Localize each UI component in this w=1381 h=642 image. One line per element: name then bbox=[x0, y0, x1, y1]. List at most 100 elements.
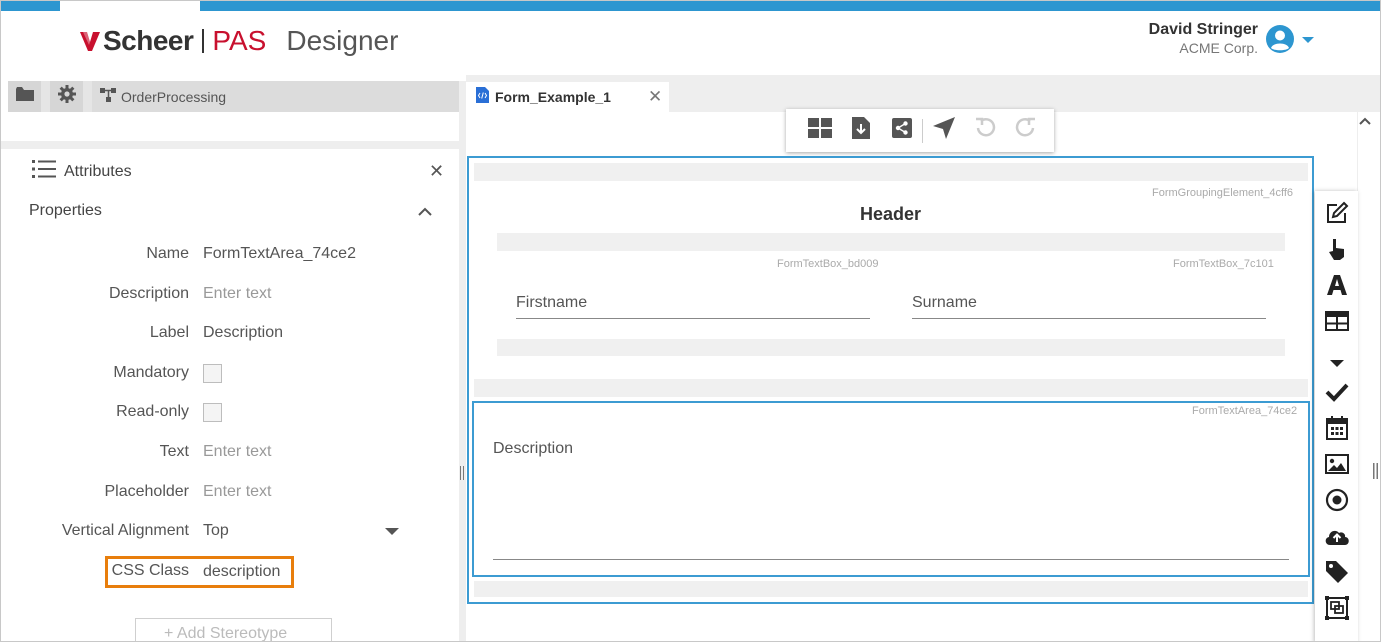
attributes-title: Attributes bbox=[64, 162, 132, 180]
tab-form-example[interactable]: Form_Example_1 ✕ bbox=[466, 82, 669, 112]
close-attributes-icon[interactable]: ✕ bbox=[429, 162, 444, 180]
surname-field[interactable]: Surname bbox=[912, 294, 977, 312]
download-icon bbox=[851, 117, 870, 144]
css-class-field[interactable]: description bbox=[203, 563, 280, 581]
mandatory-checkbox[interactable] bbox=[203, 364, 222, 383]
radio-icon bbox=[1325, 488, 1349, 517]
mandatory-label: Mandatory bbox=[113, 364, 189, 381]
download-button[interactable] bbox=[840, 116, 881, 146]
edit-icon bbox=[1325, 201, 1349, 230]
form-textarea-element[interactable] bbox=[472, 401, 1310, 577]
tag-icon bbox=[1325, 560, 1349, 589]
gear-icon bbox=[57, 85, 76, 108]
form-file-icon bbox=[476, 86, 489, 108]
textarea-label[interactable]: Description bbox=[493, 440, 573, 458]
splitter-grip bbox=[460, 466, 461, 480]
label-label: Label bbox=[149, 324, 189, 341]
breadcrumb[interactable]: OrderProcessing bbox=[92, 81, 459, 112]
app-window: Scheer PAS Designer David Stringer ACME … bbox=[0, 0, 1381, 642]
palette-date[interactable] bbox=[1323, 416, 1350, 445]
top-accent-bar bbox=[1, 1, 1380, 11]
logo-scheer-text: Scheer bbox=[103, 25, 194, 56]
user-name: David Stringer bbox=[1148, 21, 1258, 38]
textarea-element-id: FormTextArea_74ce2 bbox=[1192, 405, 1298, 417]
palette-edit[interactable] bbox=[1323, 201, 1350, 230]
left-splitter[interactable] bbox=[459, 81, 466, 641]
group-icon bbox=[1324, 596, 1349, 625]
textbox-bd009-id: FormTextBox_bd009 bbox=[777, 258, 879, 270]
form-header[interactable]: Header bbox=[467, 204, 1314, 225]
chevron-down-icon[interactable] bbox=[385, 528, 399, 535]
splitter-grip bbox=[463, 466, 464, 480]
upload-icon bbox=[1324, 526, 1350, 551]
css-class-label: CSS Class bbox=[111, 562, 189, 579]
folder-icon bbox=[15, 86, 34, 107]
settings-button[interactable] bbox=[50, 81, 83, 112]
logo-separator bbox=[202, 29, 205, 53]
firstname-field[interactable]: Firstname bbox=[516, 294, 587, 312]
logo-pas-text: PAS bbox=[212, 25, 267, 56]
palette-group[interactable] bbox=[1323, 596, 1350, 625]
placeholder-field[interactable]: Enter text bbox=[203, 483, 271, 501]
palette-checkbox[interactable] bbox=[1323, 381, 1350, 408]
add-stereotype-button[interactable]: + Add Stereotype bbox=[135, 618, 332, 641]
left-toolbar: OrderProcessing bbox=[8, 81, 459, 112]
chevron-up-icon[interactable] bbox=[418, 203, 432, 221]
description-field[interactable]: Enter text bbox=[203, 285, 271, 303]
layout-button[interactable] bbox=[799, 116, 840, 146]
surname-underline bbox=[912, 318, 1266, 319]
navigate-button[interactable] bbox=[923, 116, 964, 146]
palette-upload[interactable] bbox=[1323, 525, 1350, 552]
tab-title: Form_Example_1 bbox=[495, 89, 611, 105]
pointer-icon bbox=[1327, 237, 1347, 266]
text-field[interactable]: Enter text bbox=[203, 443, 271, 461]
palette-tag[interactable] bbox=[1323, 561, 1350, 588]
top-accent-gap bbox=[60, 1, 200, 11]
calendar-icon bbox=[1325, 416, 1348, 445]
undo-button[interactable] bbox=[964, 116, 1005, 146]
name-label: Name bbox=[146, 245, 189, 262]
row-top-bar bbox=[497, 233, 1285, 251]
left-panel-gap bbox=[1, 141, 466, 149]
list-icon bbox=[32, 159, 56, 184]
user-avatar-icon[interactable] bbox=[1265, 24, 1295, 54]
vertical-alignment-label: Vertical Alignment bbox=[61, 522, 189, 539]
firstname-underline bbox=[516, 318, 870, 319]
palette-pointer[interactable] bbox=[1323, 238, 1350, 265]
left-panel-strip bbox=[8, 112, 459, 141]
grouping-element-id: FormGroupingElement_4cff6 bbox=[1152, 187, 1294, 199]
right-splitter-grip[interactable] bbox=[1373, 463, 1379, 484]
scroll-up-icon[interactable] bbox=[1359, 113, 1371, 131]
canvas-toolbar bbox=[786, 109, 1054, 152]
name-field[interactable]: FormTextArea_74ce2 bbox=[203, 245, 356, 263]
vertical-alignment-select[interactable]: Top bbox=[203, 522, 229, 540]
readonly-label: Read-only bbox=[116, 403, 189, 420]
palette-radio[interactable] bbox=[1323, 488, 1350, 517]
attributes-panel: Attributes ✕ Properties Name FormTextAre… bbox=[8, 149, 459, 641]
share-icon bbox=[891, 118, 912, 143]
palette-text[interactable] bbox=[1323, 274, 1350, 301]
text-label: Text bbox=[159, 443, 189, 460]
app-logo[interactable]: Scheer PAS Designer bbox=[79, 25, 398, 57]
textbox-7c101-id: FormTextBox_7c101 bbox=[1173, 258, 1274, 270]
grouping-top-bar bbox=[474, 163, 1308, 181]
share-button[interactable] bbox=[881, 116, 922, 146]
dropdown-icon bbox=[1329, 355, 1345, 373]
vertical-scrollbar[interactable] bbox=[1358, 112, 1380, 641]
scheer-logo-icon bbox=[79, 30, 101, 52]
palette-dropdown[interactable] bbox=[1323, 350, 1350, 377]
row-bottom-bar bbox=[497, 339, 1285, 356]
palette-image[interactable] bbox=[1323, 453, 1350, 480]
user-menu-chevron-down-icon[interactable] bbox=[1302, 37, 1314, 43]
element-palette bbox=[1315, 191, 1358, 641]
palette-table[interactable] bbox=[1323, 310, 1350, 337]
redo-button[interactable] bbox=[1005, 116, 1046, 146]
label-field[interactable]: Description bbox=[203, 324, 283, 342]
image-icon bbox=[1324, 454, 1349, 479]
properties-section-title[interactable]: Properties bbox=[29, 202, 102, 220]
attributes-header: Attributes bbox=[32, 159, 132, 184]
close-tab-icon[interactable]: ✕ bbox=[648, 87, 662, 107]
readonly-checkbox[interactable] bbox=[203, 403, 222, 422]
folder-button[interactable] bbox=[8, 81, 41, 112]
user-info[interactable]: David Stringer ACME Corp. bbox=[1149, 21, 1258, 56]
